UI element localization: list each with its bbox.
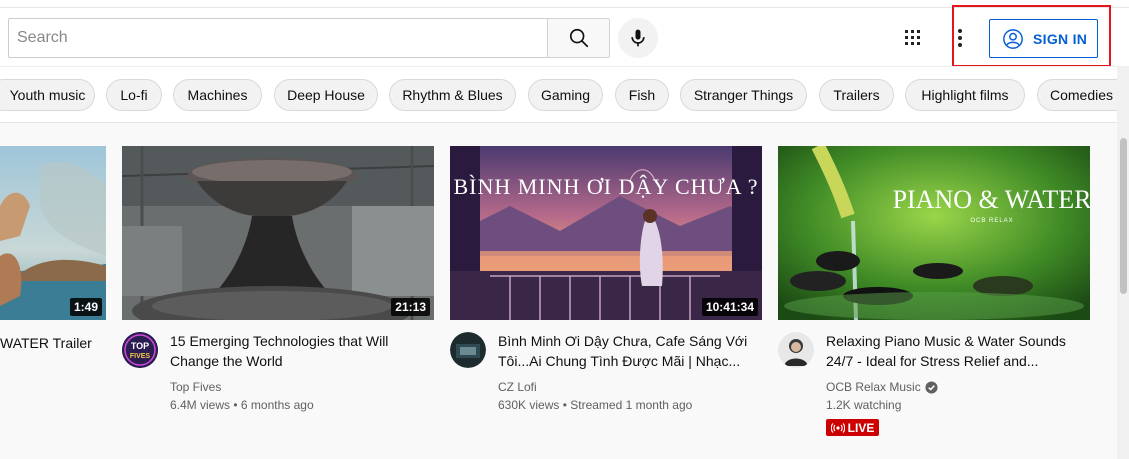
video-title-line: 24/7 - Ideal for Stress Relief and... bbox=[826, 353, 1039, 369]
chip-comedies[interactable]: Comedies bbox=[1037, 79, 1117, 111]
video-metadata: 630K views • Streamed 1 month ago bbox=[498, 398, 693, 412]
chip-label: Stranger Things bbox=[693, 87, 794, 103]
video-title[interactable]: 15 Emerging Technologies that Will Chang… bbox=[170, 331, 420, 371]
channel-avatar[interactable] bbox=[778, 332, 814, 368]
search-box[interactable] bbox=[8, 18, 547, 58]
view-count: 630K views bbox=[498, 398, 560, 412]
channel-avatar[interactable] bbox=[450, 332, 486, 368]
microphone-icon bbox=[631, 29, 645, 47]
youtube-home-page: SIGN IN Youth music Lo-fi Machines Deep … bbox=[0, 0, 1129, 459]
thumbnail-text: PIANO & WATER bbox=[893, 185, 1090, 214]
video-duration: 21:13 bbox=[391, 298, 430, 316]
channel-name-text: Top Fives bbox=[170, 380, 222, 394]
verified-check-icon bbox=[925, 380, 938, 394]
video-duration: 10:41:34 bbox=[701, 298, 758, 316]
thumbnail-image: BÌNH MINH ƠI DẬY CHƯA ? bbox=[450, 146, 762, 320]
search-icon bbox=[569, 28, 588, 48]
chip-label: Machines bbox=[187, 87, 248, 103]
apps-grid-icon bbox=[905, 30, 920, 45]
video-title[interactable]: Relaxing Piano Music & Water Sounds 24/7… bbox=[826, 331, 1096, 371]
video-duration: 1:49 bbox=[69, 298, 102, 316]
video-title[interactable]: WATER Trailer bbox=[0, 333, 100, 353]
search-input[interactable] bbox=[9, 19, 547, 57]
chip-label: Comedies bbox=[1050, 87, 1114, 103]
apps-button[interactable] bbox=[895, 24, 931, 52]
chip-label: Trailers bbox=[833, 87, 880, 103]
channel-name[interactable]: CZ Lofi bbox=[498, 380, 537, 394]
channel-name[interactable]: Top Fives bbox=[170, 380, 221, 394]
thumbnail-image bbox=[122, 146, 434, 320]
channel-name-text: OCB Relax Music bbox=[826, 380, 921, 394]
video-thumbnail[interactable]: PIANO & WATER OCB RELAX bbox=[778, 146, 1090, 320]
thumbnail-image bbox=[0, 146, 106, 320]
video-metadata: 6.4M views • 6 months ago bbox=[170, 398, 314, 412]
view-count: 6.4M views bbox=[170, 398, 231, 412]
chip-deep-house[interactable]: Deep House bbox=[274, 79, 378, 111]
chip-fish[interactable]: Fish bbox=[615, 79, 669, 111]
chip-gaming[interactable]: Gaming bbox=[528, 79, 603, 111]
video-thumbnail[interactable]: BÌNH MINH ƠI DẬY CHƯA ? 10:41:34 bbox=[450, 146, 762, 320]
video-metadata: 1.2K watching bbox=[826, 398, 901, 412]
thumbnail-text: BÌNH MINH ƠI DẬY CHƯA ? bbox=[453, 174, 758, 199]
watching-count: 1.2K watching bbox=[826, 398, 902, 412]
chip-label: Gaming bbox=[540, 87, 591, 103]
ocb-relax-avatar bbox=[778, 332, 814, 368]
chip-rhythm-blues[interactable]: Rhythm & Blues bbox=[389, 79, 516, 111]
live-label: LIVE bbox=[847, 420, 875, 435]
chip-youth-music[interactable]: Youth music bbox=[0, 79, 95, 111]
svg-text:TOP: TOP bbox=[131, 341, 149, 351]
chip-label: Lo-fi bbox=[120, 87, 148, 103]
chip-label: Rhythm & Blues bbox=[402, 87, 503, 103]
video-title-line: Tôi...Ai Chung Tình Được Mãi | Nhạc... bbox=[498, 353, 741, 369]
thumbnail-subtext: OCB RELAX bbox=[970, 218, 1013, 224]
live-broadcast-icon bbox=[830, 422, 845, 433]
channel-avatar[interactable]: TOP FIVES bbox=[122, 332, 158, 368]
live-badge: LIVE bbox=[826, 419, 879, 436]
chip-label: Highlight films bbox=[921, 87, 1009, 103]
publish-age: 6 months ago bbox=[240, 398, 314, 412]
chip-label: Fish bbox=[628, 87, 656, 103]
thumbnail-image: PIANO & WATER OCB RELAX bbox=[778, 146, 1090, 320]
chip-label: Youth music bbox=[9, 87, 86, 103]
channel-name-text: CZ Lofi bbox=[498, 380, 537, 394]
category-chip-bar: Youth music Lo-fi Machines Deep House Rh… bbox=[0, 66, 1117, 123]
chip-lo-fi[interactable]: Lo-fi bbox=[106, 79, 162, 111]
chip-highlight-films[interactable]: Highlight films bbox=[905, 79, 1025, 111]
chip-trailers[interactable]: Trailers bbox=[819, 79, 894, 111]
highlight-box bbox=[952, 5, 1111, 67]
top-fives-logo: TOP FIVES bbox=[122, 332, 158, 368]
search-button[interactable] bbox=[547, 18, 610, 58]
video-title-line: Bình Minh Ơi Dậy Chưa, Cafe Sáng Với bbox=[498, 333, 748, 349]
svg-text:FIVES: FIVES bbox=[130, 353, 151, 360]
video-title[interactable]: Bình Minh Ơi Dậy Chưa, Cafe Sáng Với Tôi… bbox=[498, 331, 758, 371]
chip-label: Deep House bbox=[287, 87, 365, 103]
chip-stranger-things[interactable]: Stranger Things bbox=[680, 79, 807, 111]
scrollbar-thumb[interactable] bbox=[1120, 138, 1127, 294]
video-title-line: Change the World bbox=[170, 353, 283, 369]
channel-name[interactable]: OCB Relax Music bbox=[826, 380, 938, 394]
chip-machines[interactable]: Machines bbox=[173, 79, 262, 111]
voice-search-button[interactable] bbox=[618, 18, 658, 58]
video-title-line: Relaxing Piano Music & Water Sounds bbox=[826, 333, 1066, 349]
video-title-line: 15 Emerging Technologies that Will bbox=[170, 333, 389, 349]
publish-age: Streamed 1 month ago bbox=[570, 398, 693, 412]
cz-lofi-avatar bbox=[450, 332, 486, 368]
video-thumbnail[interactable]: 21:13 bbox=[122, 146, 434, 320]
page-scrollbar[interactable] bbox=[1117, 66, 1129, 459]
video-thumbnail[interactable]: 1:49 bbox=[0, 146, 106, 320]
